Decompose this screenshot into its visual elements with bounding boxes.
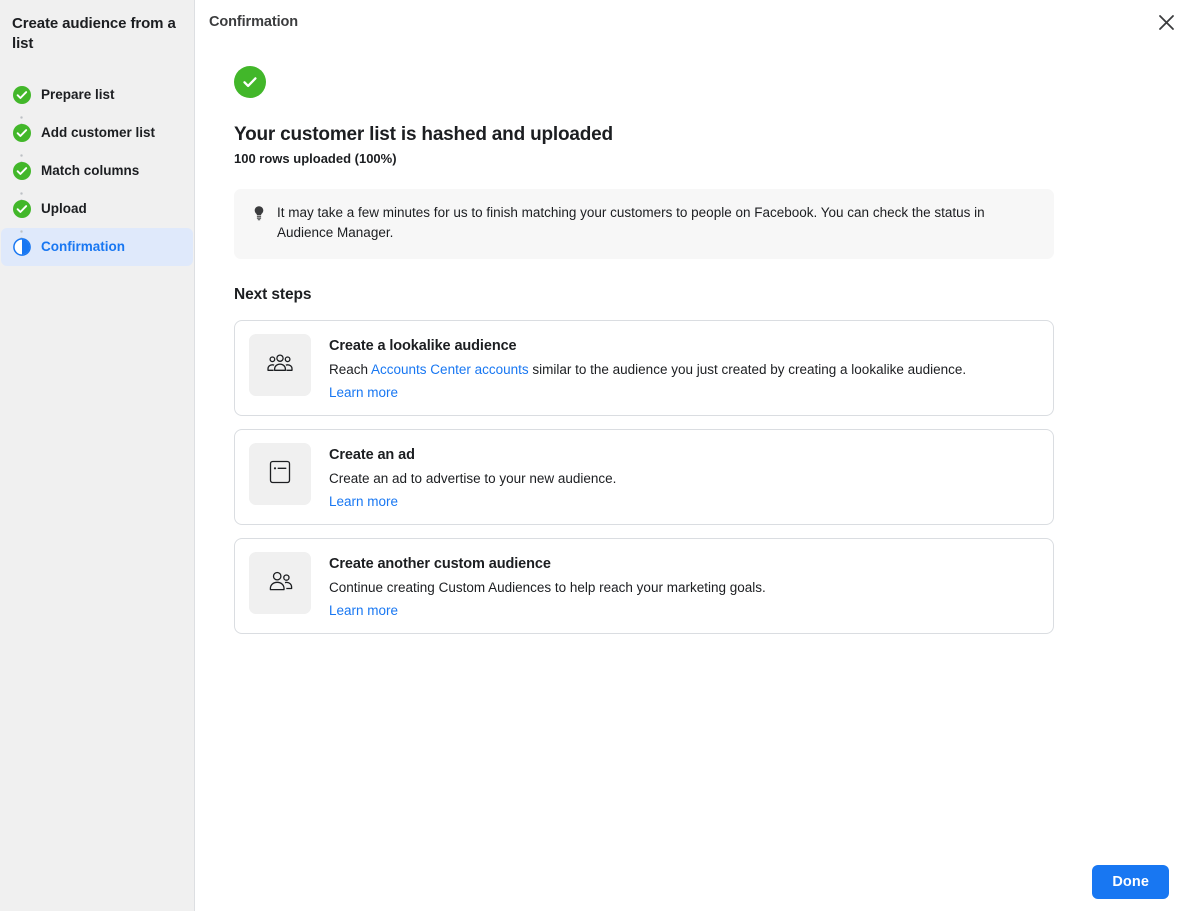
people-group-icon [265,348,295,383]
next-step-card-create-ad[interactable]: Create an ad Create an ad to advertise t… [234,429,1054,525]
main-content: Your customer list is hashed and uploade… [195,44,1191,634]
rows-uploaded-status: 100 rows uploaded (100%) [234,151,397,166]
main-panel: Confirmation Your customer list is hashe… [195,0,1191,911]
card-title: Create another custom audience [329,556,551,572]
create-audience-dialog: Create audience from a list Prepare list… [0,0,1191,911]
card-description: Reach Accounts Center accounts similar t… [329,360,966,379]
info-banner: It may take a few minutes for us to fini… [234,189,1054,259]
sidebar-step-label: Upload [41,201,87,216]
dialog-footer: Done [195,853,1191,911]
confirmation-headline: Your customer list is hashed and uploade… [234,124,613,145]
card-title: Create an ad [329,447,415,463]
page-title: Confirmation [209,14,299,30]
check-circle-icon [13,124,31,142]
accounts-center-accounts-link[interactable]: Accounts Center accounts [371,362,529,377]
card-description: Create an ad to advertise to your new au… [329,471,617,486]
card-body: Create another custom audience Continue … [329,552,766,620]
card-body: Create an ad Create an ad to advertise t… [329,443,616,511]
done-button[interactable]: Done [1092,865,1169,899]
card-icon-container [249,552,311,614]
learn-more-link[interactable]: Learn more [329,383,398,402]
card-body: Create a lookalike audience Reach Accoun… [329,334,966,402]
close-icon [1158,14,1175,34]
sidebar-step-label: Confirmation [41,239,125,254]
sidebar-step-prepare-list[interactable]: Prepare list [1,76,193,114]
card-description: Continue creating Custom Audiences to he… [329,580,766,595]
next-steps-title: Next steps [234,286,312,303]
main-header: Confirmation [195,0,1191,44]
check-circle-icon [13,86,31,104]
wizard-sidebar: Create audience from a list Prepare list… [0,0,195,911]
half-circle-icon [13,238,31,256]
card-icon-container [249,443,311,505]
success-check-icon [234,66,266,98]
info-banner-text: It may take a few minutes for us to fini… [277,205,985,240]
next-step-card-another-custom-audience[interactable]: Create another custom audience Continue … [234,538,1054,634]
next-step-card-lookalike-audience[interactable]: Create a lookalike audience Reach Accoun… [234,320,1054,416]
sidebar-step-match-columns[interactable]: Match columns [1,152,193,190]
sidebar-step-upload[interactable]: Upload [1,190,193,228]
sidebar-step-confirmation[interactable]: Confirmation [1,228,193,266]
check-circle-icon [13,200,31,218]
card-desc-after: similar to the audience you just created… [528,362,967,377]
sidebar-step-label: Prepare list [41,87,115,102]
learn-more-link[interactable]: Learn more [329,492,398,511]
sidebar-title: Create audience from a list [12,15,176,52]
sidebar-step-add-customer-list[interactable]: Add customer list [1,114,193,152]
sidebar-step-label: Add customer list [41,125,156,140]
wizard-steps: Prepare list Add customer list Match col… [0,76,194,266]
close-button[interactable] [1151,9,1181,39]
card-title: Create a lookalike audience [329,338,517,354]
learn-more-link[interactable]: Learn more [329,601,398,620]
two-people-icon [266,567,294,600]
card-icon-container [249,334,311,396]
lightbulb-icon [251,205,267,243]
card-desc-before: Reach [329,362,372,377]
check-circle-icon [13,162,31,180]
ad-card-icon [267,459,293,490]
sidebar-step-label: Match columns [41,163,140,178]
